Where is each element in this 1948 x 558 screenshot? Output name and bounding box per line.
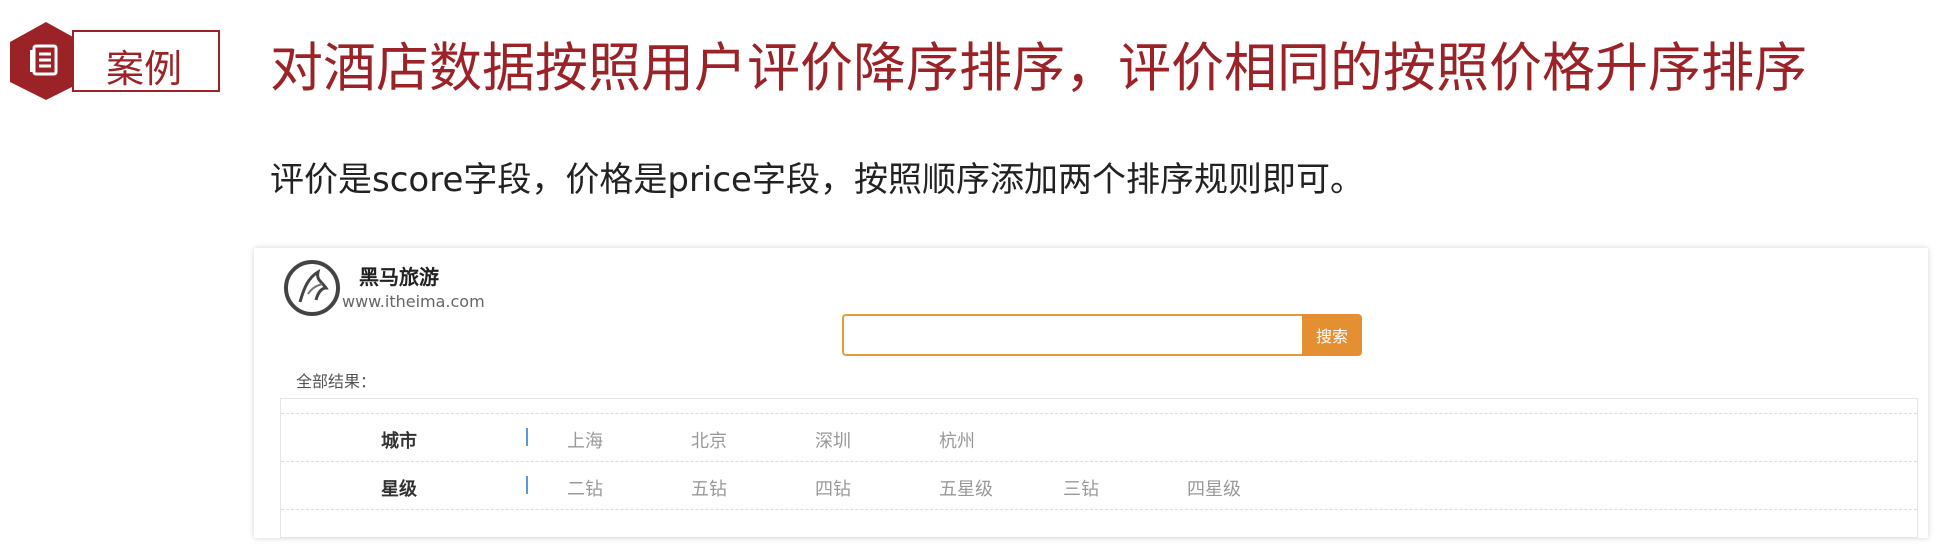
filter-panel: 城市 上海 北京 深圳 杭州 星级 二钻 五钻 四钻 五星级 三钻 四星级: [280, 398, 1918, 538]
description-text: 评价是score字段，价格是price字段，按照顺序添加两个排序规则即可。: [270, 160, 1364, 200]
filter-separator: [526, 476, 528, 494]
search-input[interactable]: [842, 314, 1304, 356]
filter-option[interactable]: 五钻: [691, 475, 727, 501]
horse-logo-icon: [284, 260, 340, 316]
filter-option[interactable]: 四钻: [815, 475, 851, 501]
case-badge: 案例: [6, 20, 221, 102]
filter-option[interactable]: 五星级: [939, 475, 993, 501]
filter-label-city: 城市: [381, 431, 417, 452]
filter-separator: [526, 428, 528, 446]
search-button[interactable]: 搜索: [1302, 314, 1362, 356]
app-screenshot-card: 黑马旅游 www.itheima.com 搜索 全部结果： 城市 上海 北京 深…: [254, 248, 1928, 538]
brand-url: www.itheima.com: [342, 292, 485, 311]
filter-row-partial: [281, 509, 1917, 558]
brand-name: 黑马旅游: [359, 265, 439, 289]
filter-option[interactable]: 深圳: [815, 427, 851, 453]
filter-option[interactable]: 上海: [567, 427, 603, 453]
badge-label: 案例: [106, 47, 183, 91]
all-results-label: 全部结果：: [296, 372, 377, 391]
filter-option[interactable]: 北京: [691, 427, 727, 453]
filter-label-star: 星级: [381, 479, 417, 500]
filter-option[interactable]: 三钻: [1063, 475, 1099, 501]
filter-option[interactable]: 四星级: [1187, 475, 1241, 501]
filter-option[interactable]: 二钻: [567, 475, 603, 501]
page-title: 对酒店数据按照用户评价降序排序，评价相同的按照价格升序排序: [270, 38, 1807, 99]
filter-option[interactable]: 杭州: [939, 427, 975, 453]
filter-row-star: 星级 二钻 五钻 四钻 五星级 三钻 四星级: [281, 461, 1917, 510]
filter-row-city: 城市 上海 北京 深圳 杭州: [281, 413, 1917, 462]
badge-label-box: 案例: [72, 30, 220, 92]
